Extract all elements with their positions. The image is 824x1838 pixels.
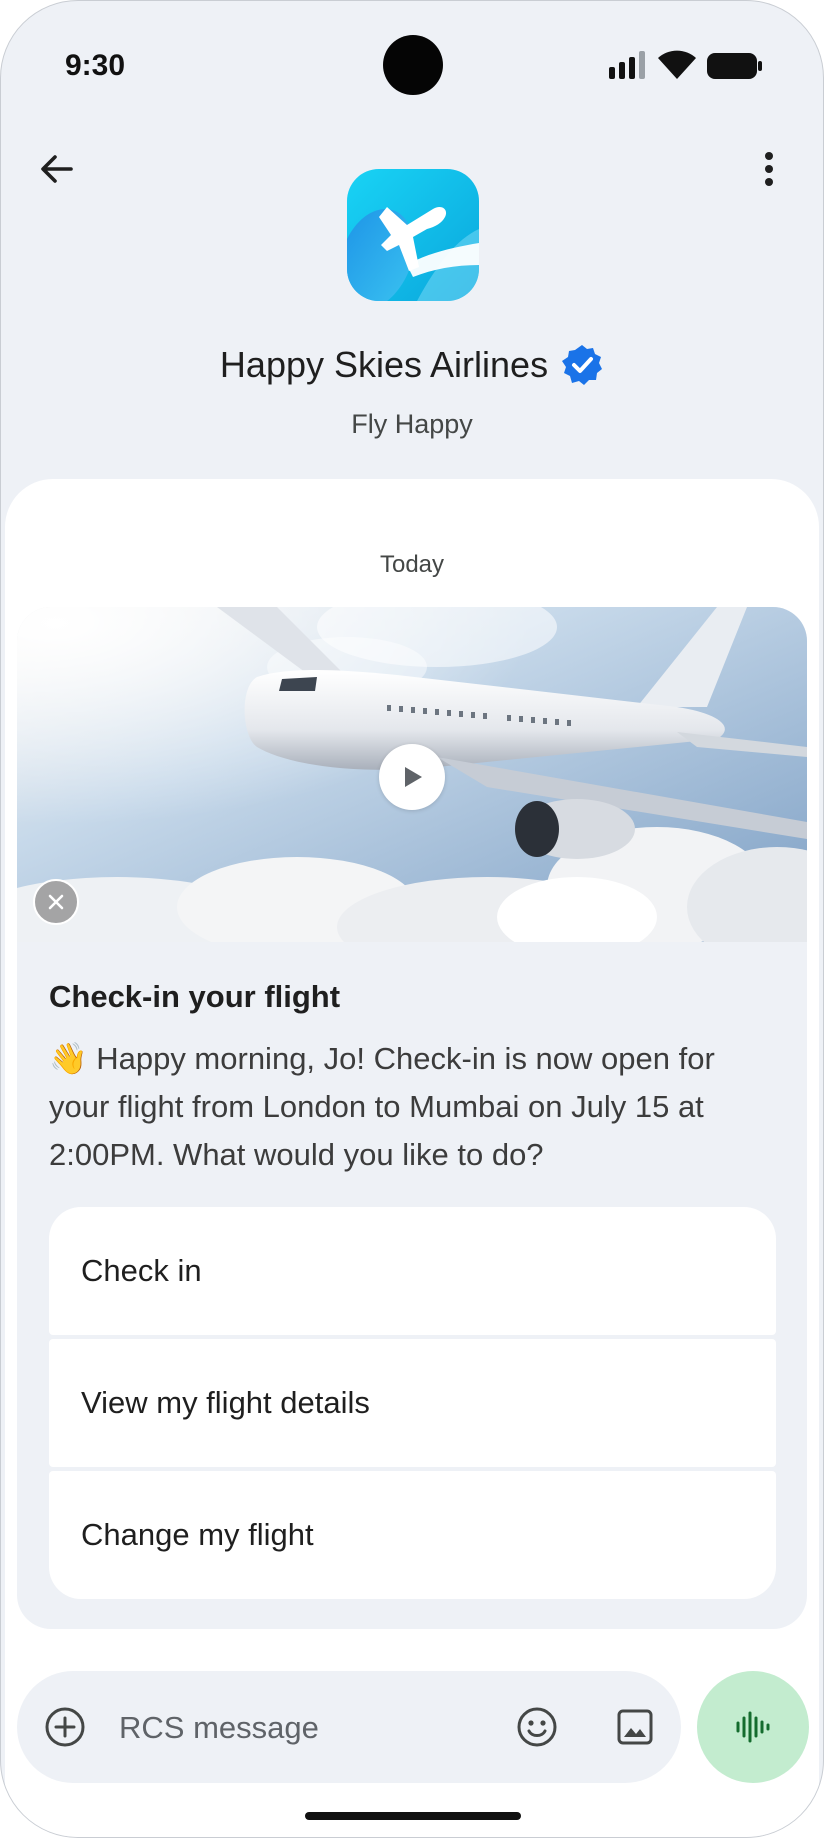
phone-screen: 9:30 Happy Skies Airlines Fly Happy Toda… — [0, 0, 824, 1838]
card-description: 👋 Happy morning, Jo! Check-in is now ope… — [49, 1041, 715, 1172]
brand-tagline: Fly Happy — [351, 409, 473, 439]
status-time: 9:30 — [65, 49, 126, 82]
voice-message-button[interactable] — [697, 1671, 809, 1783]
arrow-left-icon — [41, 155, 73, 183]
more-vertical-icon — [765, 152, 773, 186]
wifi-icon — [658, 50, 696, 79]
message-input[interactable] — [117, 1699, 501, 1757]
voice-waveform-icon — [736, 1711, 770, 1743]
battery-icon — [707, 53, 762, 79]
home-indicator[interactable] — [305, 1812, 521, 1820]
brand-logo — [347, 169, 479, 301]
message-composer — [17, 1671, 681, 1783]
close-icon — [48, 894, 64, 910]
add-icon — [45, 1707, 85, 1747]
verified-badge-icon — [562, 345, 603, 385]
suggestion-change-flight[interactable]: Change my flight — [49, 1471, 776, 1599]
add-attachment-button[interactable] — [41, 1703, 89, 1751]
signal-icon — [609, 51, 645, 79]
rich-card-media[interactable] — [17, 607, 807, 942]
play-button[interactable] — [379, 744, 445, 810]
gallery-icon — [617, 1709, 653, 1745]
back-button[interactable] — [31, 143, 83, 195]
airplane-logo-icon — [347, 169, 479, 301]
brand-name: Happy Skies Airlines — [219, 344, 549, 385]
suggestion-view-flight-details[interactable]: View my flight details — [49, 1339, 776, 1467]
gallery-button[interactable] — [611, 1703, 659, 1751]
emoji-icon — [517, 1707, 557, 1747]
date-separator: Today — [379, 551, 445, 578]
dismiss-media-button[interactable] — [33, 879, 79, 925]
more-options-button[interactable] — [743, 143, 795, 195]
status-bar: 9:30 — [1, 1, 823, 131]
brand-title-row: Happy Skies Airlines — [1, 343, 823, 387]
rich-card: Check-in your flight 👋 Happy morning, Jo… — [17, 607, 807, 1629]
suggestion-check-in[interactable]: Check in — [49, 1207, 776, 1335]
front-camera — [383, 35, 443, 95]
play-icon — [405, 767, 422, 787]
suggested-actions: Check in View my flight details Change m… — [49, 1207, 776, 1599]
card-title: Check-in your flight — [49, 979, 341, 1014]
emoji-button[interactable] — [513, 1703, 561, 1751]
